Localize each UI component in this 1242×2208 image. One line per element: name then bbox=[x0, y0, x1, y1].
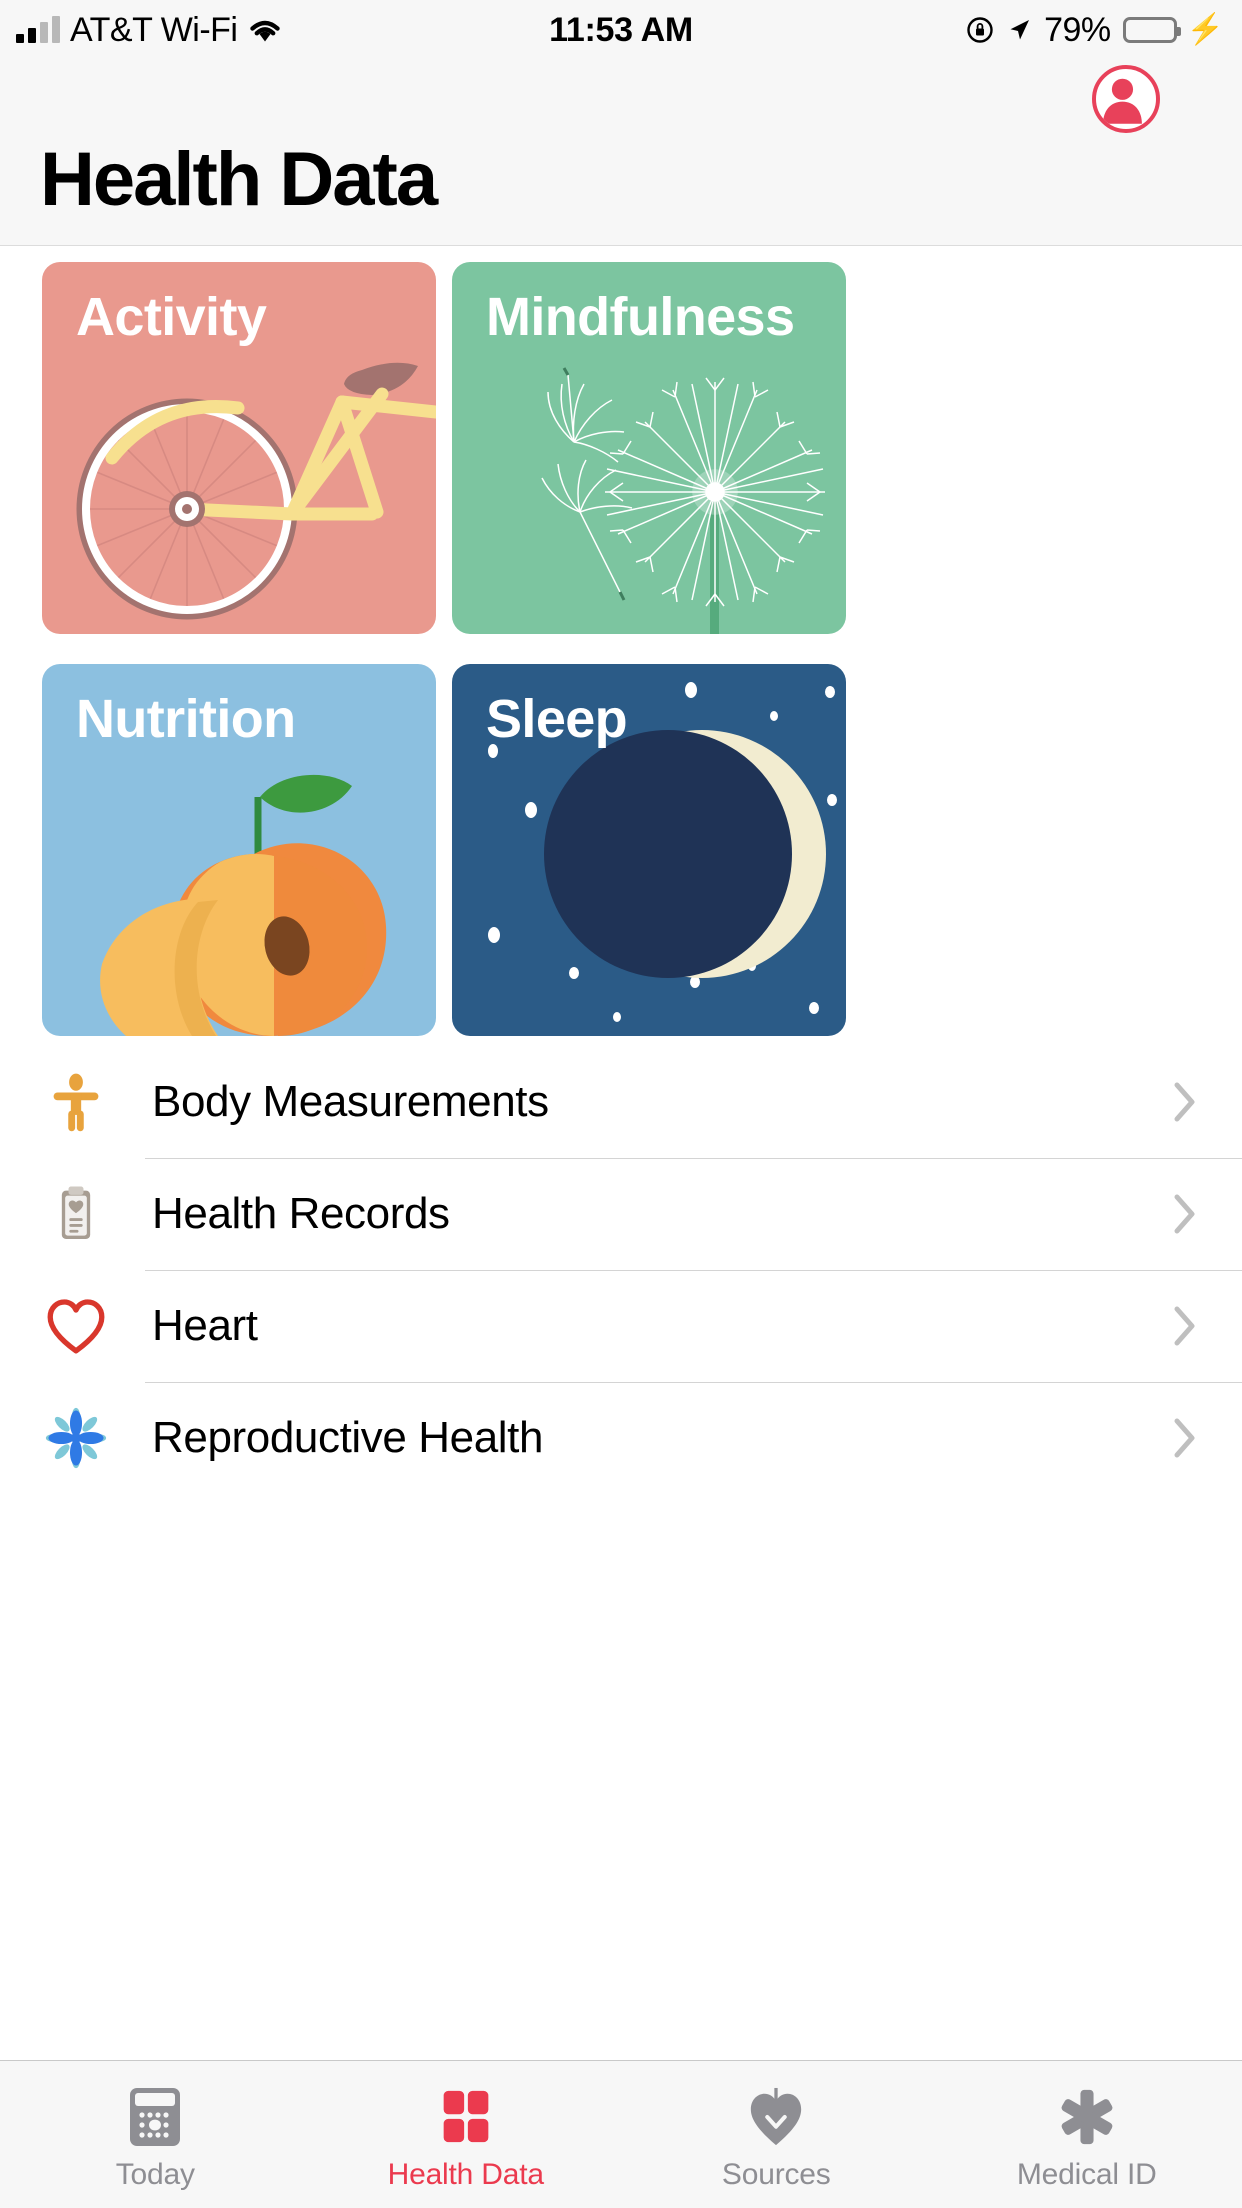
card-activity[interactable]: Activity bbox=[42, 262, 436, 634]
battery-icon bbox=[1122, 17, 1181, 43]
charging-bolt-icon: ⚡ bbox=[1186, 13, 1224, 46]
tab-medical-id[interactable]: Medical ID bbox=[932, 2061, 1242, 2208]
chevron-right-icon bbox=[1174, 1418, 1196, 1458]
list-item-heart[interactable]: Heart bbox=[0, 1270, 1242, 1382]
card-label-sleep: Sleep bbox=[486, 689, 628, 749]
status-bar: AT&T Wi-Fi 11:53 AM 79% ⚡ bbox=[0, 0, 1242, 60]
category-card-grid: Activity Mindfulness Nutrition Sleep bbox=[42, 262, 1200, 1036]
card-sleep[interactable]: Sleep bbox=[452, 664, 846, 1036]
heart-icon bbox=[40, 1290, 112, 1362]
profile-avatar-icon[interactable] bbox=[1092, 65, 1160, 133]
rotation-lock-icon bbox=[966, 16, 994, 44]
card-label-nutrition: Nutrition bbox=[76, 689, 296, 749]
list-item-health-records[interactable]: Health Records bbox=[0, 1158, 1242, 1270]
chevron-right-icon bbox=[1174, 1194, 1196, 1234]
sources-icon bbox=[746, 2086, 806, 2148]
location-arrow-icon bbox=[1006, 17, 1032, 43]
tab-bar: Today Health Data Sources Medical ID bbox=[0, 2060, 1242, 2208]
navigation-bar: Health Data bbox=[0, 60, 1242, 246]
card-label-mindfulness: Mindfulness bbox=[486, 287, 795, 347]
tab-label: Medical ID bbox=[1016, 2157, 1157, 2191]
status-bar-right: 79% ⚡ bbox=[966, 0, 1224, 60]
health-category-list: Body Measurements Health Records Heart R… bbox=[0, 1046, 1242, 1494]
card-mindfulness[interactable]: Mindfulness bbox=[452, 262, 846, 634]
tab-label: Health Data bbox=[387, 2157, 544, 2191]
list-item-label: Health Records bbox=[152, 1189, 450, 1238]
page-title: Health Data bbox=[40, 137, 438, 222]
list-item-label: Reproductive Health bbox=[152, 1413, 544, 1462]
tab-health-data[interactable]: Health Data bbox=[311, 2061, 622, 2208]
app-screen: AT&T Wi-Fi 11:53 AM 79% ⚡ Health Data Ac… bbox=[0, 0, 1242, 2208]
tab-label: Sources bbox=[721, 2157, 831, 2191]
body-measurements-icon bbox=[40, 1066, 112, 1138]
chevron-right-icon bbox=[1174, 1306, 1196, 1346]
tab-sources[interactable]: Sources bbox=[621, 2061, 932, 2208]
list-item-reproductive-health[interactable]: Reproductive Health bbox=[0, 1382, 1242, 1494]
tab-label: Today bbox=[115, 2157, 195, 2191]
flower-icon bbox=[40, 1402, 112, 1474]
tab-today[interactable]: Today bbox=[0, 2061, 311, 2208]
calendar-icon bbox=[126, 2086, 184, 2148]
list-item-body-measurements[interactable]: Body Measurements bbox=[0, 1046, 1242, 1158]
medical-id-icon bbox=[1058, 2086, 1116, 2148]
card-nutrition[interactable]: Nutrition bbox=[42, 664, 436, 1036]
health-data-icon bbox=[439, 2086, 493, 2148]
chevron-right-icon bbox=[1174, 1082, 1196, 1122]
list-item-label: Heart bbox=[152, 1301, 258, 1350]
card-label-activity: Activity bbox=[76, 287, 267, 347]
list-item-label: Body Measurements bbox=[152, 1077, 549, 1126]
clock-label: 11:53 AM bbox=[549, 10, 693, 49]
battery-percent-label: 79% bbox=[1044, 11, 1111, 49]
clipboard-icon bbox=[40, 1178, 112, 1250]
